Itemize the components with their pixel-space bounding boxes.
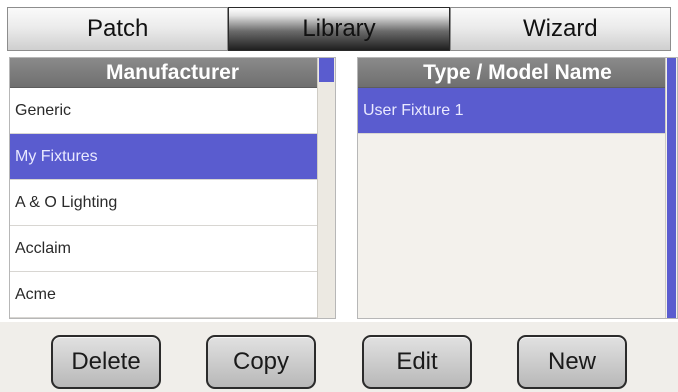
copy-button[interactable]: Copy (206, 335, 316, 389)
manufacturer-scroll-thumb[interactable] (319, 58, 334, 82)
new-button[interactable]: New (517, 335, 627, 389)
manufacturer-list: Manufacturer Generic My Fixtures A & O L… (9, 57, 336, 319)
manufacturer-item-generic[interactable]: Generic (10, 88, 335, 134)
model-scroll-thumb[interactable] (667, 58, 676, 318)
model-list-header: Type / Model Name (358, 58, 677, 88)
manufacturer-item-ao-lighting[interactable]: A & O Lighting (10, 180, 335, 226)
model-scrollbar[interactable] (665, 58, 677, 318)
manufacturer-list-header: Manufacturer (10, 58, 335, 88)
model-item-user-fixture-1[interactable]: User Fixture 1 (358, 88, 677, 134)
manufacturer-item-my-fixtures[interactable]: My Fixtures (10, 134, 335, 180)
tab-library[interactable]: Library (228, 7, 450, 51)
manufacturer-item-acclaim[interactable]: Acclaim (10, 226, 335, 272)
model-list: Type / Model Name User Fixture 1 (357, 57, 678, 319)
fixture-library-screen: Patch Library Wizard Manufacturer Generi… (0, 0, 678, 392)
manufacturer-scrollbar[interactable] (317, 58, 335, 318)
tab-bar: Patch Library Wizard (7, 7, 671, 51)
action-bar: Delete Copy Edit New (0, 322, 678, 392)
tab-patch[interactable]: Patch (7, 7, 229, 51)
tab-wizard[interactable]: Wizard (449, 7, 671, 51)
manufacturer-list-body: Generic My Fixtures A & O Lighting Accla… (10, 88, 335, 318)
edit-button[interactable]: Edit (362, 335, 472, 389)
model-list-body: User Fixture 1 (358, 88, 677, 134)
delete-button[interactable]: Delete (51, 335, 161, 389)
manufacturer-item-acme[interactable]: Acme (10, 272, 335, 318)
